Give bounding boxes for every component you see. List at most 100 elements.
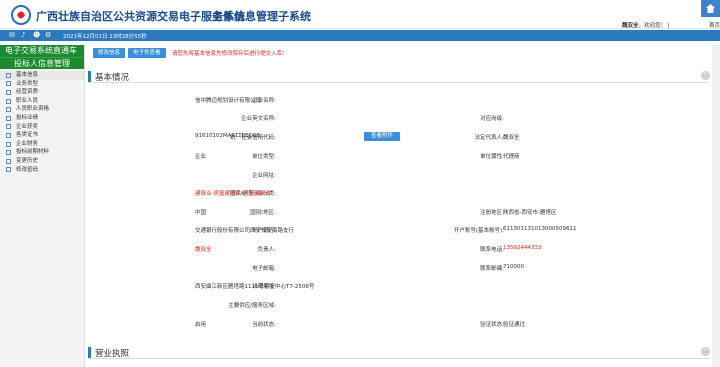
unit-type-label: 单位类型: [252, 154, 276, 160]
phone-label: 联系电话: [480, 247, 504, 253]
email-label: 电子邮箱: [252, 266, 276, 272]
account: 611301131013000509611 [503, 226, 577, 232]
user-icon[interactable]: ☻ [33, 32, 41, 39]
sidebar-item-basic-info[interactable]: 基本信息 [0, 71, 84, 80]
sidebar-item-certificates[interactable]: 各类证书 [0, 131, 84, 140]
section-marker [88, 71, 91, 82]
sidebar-item-label: 人员职业资格 [16, 106, 50, 113]
top-toolbar: ✉ ♪ ☻ ⚙ 2021年12月01日 13时28分55秒 [0, 30, 720, 41]
message-icon[interactable]: ✉ [9, 32, 17, 39]
section-title: 营业执照 [95, 349, 130, 359]
status: 启用 [195, 322, 207, 328]
legal-rep-label: 法定代表人: [474, 135, 504, 141]
country-label: 国别/地区: [250, 210, 276, 216]
sidebar-header-direct[interactable]: 电子交易系统直通车 [0, 45, 84, 57]
phone: 13592444333 [503, 245, 542, 251]
section-title: 基本情况 [95, 73, 130, 83]
doc-icon [6, 150, 11, 156]
verify-label: 验证状态: [480, 322, 504, 328]
sidebar-item-password[interactable]: 修改密码 [0, 166, 84, 175]
contact-label: 负责人: [257, 247, 276, 253]
unit-attr: 代理商 [503, 154, 520, 160]
doc-icon [6, 115, 11, 121]
sidebar-item-finance[interactable]: 企业财务 [0, 140, 84, 149]
website-label: 企业网址: [252, 173, 276, 179]
home-button[interactable] [701, 0, 720, 17]
doc-icon [6, 98, 11, 104]
sidebar-item-label: 修改密码 [16, 166, 39, 173]
main-content: 修改信息 电子件查看 请您先将基本信息先修改保存后进行提交入库! 基本情况 ⌃ … [88, 45, 720, 367]
collapse-icon[interactable]: ⌃ [701, 347, 710, 356]
sidebar-item-pre-bid[interactable]: 投标前期材料 [0, 148, 84, 157]
section-license: 营业执照 ⌃ [88, 345, 710, 359]
bank: 交通银行股份有限公司西安长安南路支行 [195, 228, 295, 234]
doc-icon [6, 158, 11, 164]
app-header: 广西壮族自治区公共资源交易电子服务系统 主体信息管理子系统 魏双全，欢迎您！ |… [0, 0, 720, 29]
sidebar-item-label: 经营资质 [16, 89, 39, 96]
doc-icon [6, 167, 11, 173]
domain-label: 对应岗级: [480, 116, 504, 122]
sidebar-item-business-type[interactable]: 业务类型 [0, 80, 84, 89]
doc-icon [6, 132, 11, 138]
address: 西安曲江新区雁塔路1111号莱安中心T7-2506号 [195, 284, 315, 290]
settings-icon[interactable]: ⚙ [45, 32, 53, 39]
greeting-suffix: ，欢迎您！ [638, 23, 667, 29]
verify-status: 验证通过 [503, 322, 526, 328]
sidebar-item-label: 变更历史 [16, 157, 39, 164]
app-subtitle: 主体信息管理子系统 [212, 10, 311, 23]
user-greeting: 魏双全，欢迎您！ | [622, 21, 670, 29]
sidebar-item-label: 企业获奖 [16, 123, 39, 130]
reg-area-label: 注册地区: [480, 210, 504, 216]
country: 中国 [195, 210, 207, 216]
sidebar-item-label: 基本信息 [16, 72, 39, 78]
datetime: 2021年12月01日 13时28分55秒 [63, 34, 147, 40]
logo-icon [11, 5, 31, 25]
company-name: 信中腾迈规划设计有限公司 [195, 98, 262, 104]
doc-icon [6, 107, 11, 113]
credit-code: 91610102MA6TTEED6B [195, 133, 261, 139]
sidebar-item-history[interactable]: 变更历史 [0, 157, 84, 166]
sidebar-item-label: 职业人员 [16, 97, 39, 104]
sidebar-item-label: 业务类型 [16, 80, 39, 87]
industry: 建筑业-房屋建筑业-房屋建筑业 [195, 191, 271, 197]
scrollbar[interactable] [712, 45, 720, 367]
home-icon [706, 4, 715, 13]
legal-rep: 魏双全 [503, 135, 520, 141]
doc-icon [6, 72, 11, 78]
warning-text: 请您先将基本信息先修改保存后进行提交入库! [172, 51, 285, 57]
status-label: 当前状态: [252, 322, 276, 328]
collapse-icon[interactable]: ⌃ [701, 71, 710, 80]
doc-icon [6, 141, 11, 147]
home-link[interactable]: 首页 [709, 21, 720, 29]
doc-icon [6, 89, 11, 95]
company-en-label: 企业英文名称: [241, 116, 276, 122]
sidebar-item-label: 投标前期材料 [16, 149, 50, 156]
sidebar-item-staff[interactable]: 职业人员 [0, 97, 84, 106]
doc-icon [6, 124, 11, 130]
separator: | [667, 23, 670, 29]
sidebar-item-label: 投标业绩 [16, 114, 39, 121]
sidebar-item-performance[interactable]: 投标业绩 [0, 114, 84, 123]
section-marker [88, 347, 91, 358]
sidebar-item-label: 企业财务 [16, 140, 39, 147]
doc-icon [6, 81, 11, 87]
sidebar-item-awards[interactable]: 企业获奖 [0, 123, 84, 132]
scope-label: 主要供应/服务区域: [228, 303, 276, 309]
sidebar-item-label: 各类证书 [16, 132, 39, 139]
contact: 魏双全 [195, 247, 212, 253]
section-basic: 基本情况 ⌃ [88, 69, 710, 83]
modify-info-button[interactable]: 修改信息 [93, 48, 126, 58]
bell-icon[interactable]: ♪ [21, 32, 29, 39]
view-files-button[interactable]: 电子件查看 [128, 48, 166, 58]
postcode-label: 联系邮编: [480, 266, 504, 272]
postcode: 710000 [503, 264, 524, 270]
sidebar-item-staff-cert[interactable]: 人员职业资格 [0, 105, 84, 114]
account-label: 开户账号(基本账号): [453, 228, 504, 234]
sidebar: 电子交易系统直通车 投标人信息管理 基本信息 业务类型 经营资质 职业人员 人员… [0, 45, 85, 367]
unit-attr-label: 单位属性: [480, 154, 504, 160]
sidebar-item-qualification[interactable]: 经营资质 [0, 88, 84, 97]
unit-type: 企业 [195, 154, 207, 160]
view-attachment-button[interactable]: 查看附件 [364, 132, 400, 141]
reg-area: 陕西省-西安市-雁塔区 [503, 210, 557, 216]
sidebar-header-bidder[interactable]: 投标人信息管理 [0, 57, 84, 69]
